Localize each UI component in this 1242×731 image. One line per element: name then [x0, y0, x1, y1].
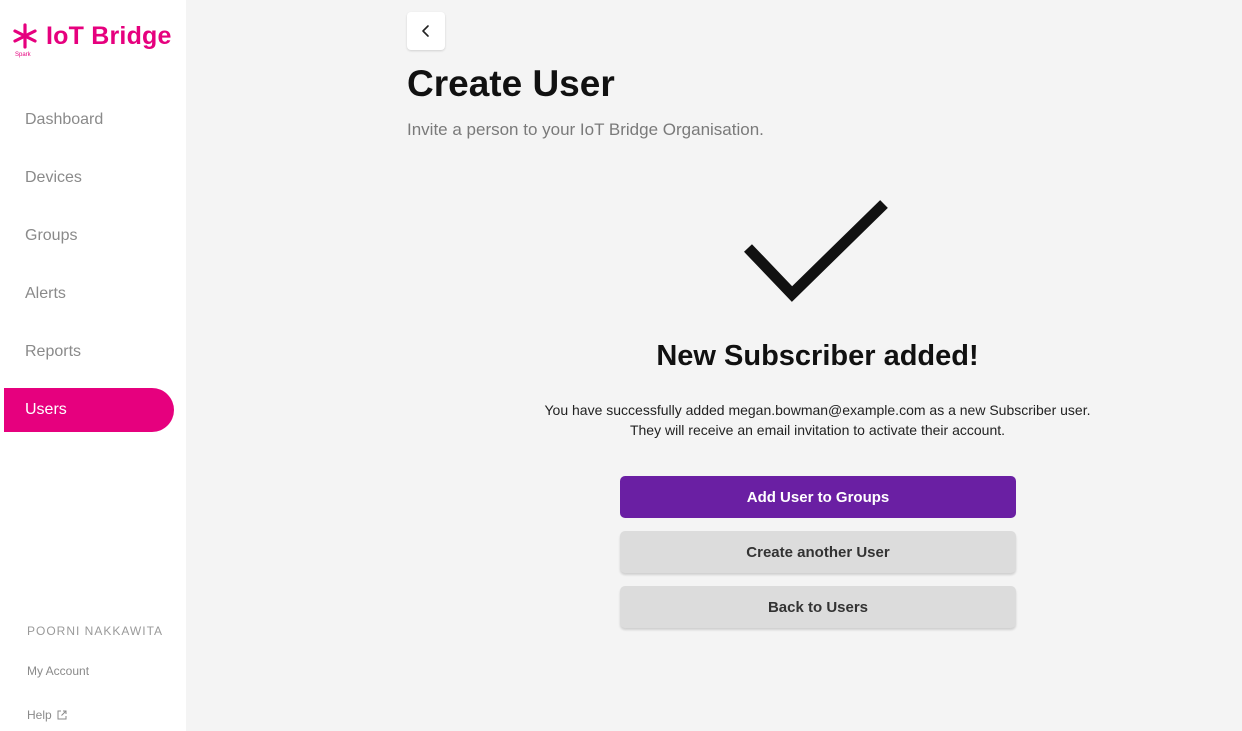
sidebar-item-label: Reports [25, 343, 82, 360]
help-link[interactable]: Help [27, 708, 67, 722]
sidebar-item-users[interactable]: Users [4, 388, 174, 432]
create-another-user-button[interactable]: Create another User [620, 531, 1016, 573]
success-message-line: You have successfully added megan.bowman… [544, 402, 1091, 418]
success-message: You have successfully added megan.bowman… [186, 400, 1242, 440]
app-window: IoT Bridge Spark Dashboard Devices Group… [0, 0, 1242, 731]
brand-sub: Spark [15, 52, 31, 58]
my-account-link[interactable]: My Account [27, 664, 89, 678]
sidebar-item-label: Dashboard [25, 111, 104, 128]
main-content: Create User Invite a person to your IoT … [186, 0, 1242, 731]
current-user-name: POORNI NAKKAWITA [27, 624, 164, 638]
spark-star-icon [13, 23, 37, 49]
sidebar-item-dashboard[interactable]: Dashboard [4, 98, 174, 142]
brand-name: IoT Bridge [46, 22, 172, 50]
chevron-left-icon [422, 25, 429, 37]
my-account-label: My Account [27, 664, 90, 678]
sidebar-item-label: Groups [25, 227, 78, 244]
sidebar-item-reports[interactable]: Reports [4, 330, 174, 374]
page-title: Create User [407, 63, 615, 104]
back-button[interactable] [407, 12, 445, 50]
sidebar-item-label: Users [25, 401, 67, 418]
help-label: Help [27, 708, 52, 722]
sidebar-item-devices[interactable]: Devices [4, 156, 174, 200]
sidebar-item-label: Devices [25, 169, 82, 186]
page-subtitle: Invite a person to your IoT Bridge Organ… [407, 120, 764, 139]
success-message-line: They will receive an email invitation to… [629, 422, 1006, 438]
success-title: New Subscriber added! [656, 340, 979, 372]
sidebar: IoT Bridge Spark Dashboard Devices Group… [0, 0, 186, 731]
sidebar-item-groups[interactable]: Groups [4, 214, 174, 258]
checkmark-icon [744, 200, 888, 302]
brand-logo[interactable]: IoT Bridge Spark [12, 20, 172, 58]
sidebar-item-alerts[interactable]: Alerts [4, 272, 174, 316]
add-user-to-groups-button[interactable]: Add User to Groups [620, 476, 1016, 518]
external-link-icon [57, 710, 67, 720]
sidebar-item-label: Alerts [25, 285, 66, 302]
back-to-users-button[interactable]: Back to Users [620, 586, 1016, 628]
